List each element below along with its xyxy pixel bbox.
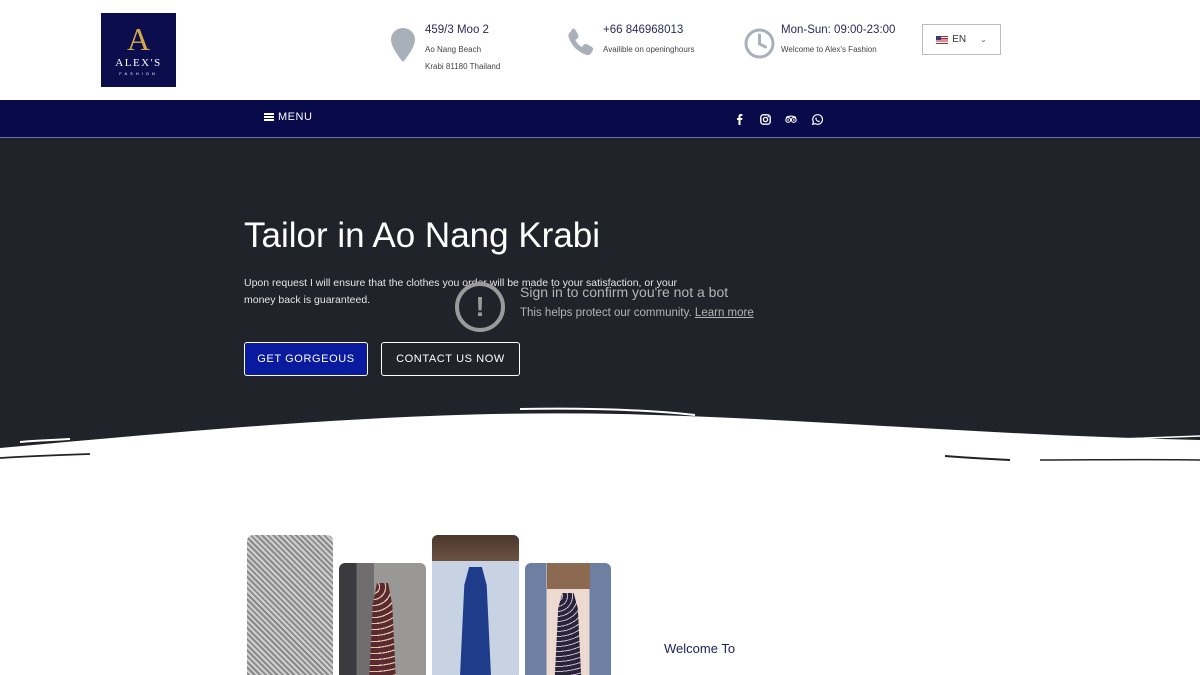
us-flag-icon	[936, 35, 949, 44]
phone-availability: Availible on openinghours	[603, 45, 695, 54]
hours-welcome: Welcome to Alex's Fashion	[781, 45, 877, 54]
top-header: A ALEX'S FASHION 459/3 Moo 2 Ao Nang Bea…	[0, 0, 1200, 100]
learn-more-link[interactable]: Learn more	[695, 307, 754, 319]
bot-notice-text: This helps protect our community. Learn …	[520, 307, 754, 319]
hero-title: Tailor in Ao Nang Krabi	[244, 216, 601, 255]
tripadvisor-icon[interactable]	[785, 113, 797, 125]
hero-section: Tailor in Ao Nang Krabi Upon request I w…	[0, 138, 1200, 468]
contact-us-button[interactable]: CONTACT US NOW	[381, 342, 520, 376]
social-links	[733, 113, 823, 125]
clock-icon	[744, 28, 775, 59]
tie-shape	[554, 593, 582, 675]
gallery-image-tie-dotted	[525, 563, 611, 675]
tie-shape	[459, 567, 492, 675]
brush-divider	[0, 407, 1200, 468]
brand-logo[interactable]: A ALEX'S FASHION	[101, 13, 176, 87]
gallery-image-tie-blue	[432, 535, 519, 675]
address-line-2: Krabi 81180 Thailand	[425, 62, 501, 71]
neck-shape	[546, 563, 590, 589]
chevron-down-icon: ⌄	[980, 35, 987, 44]
address-title: 459/3 Moo 2	[425, 24, 489, 36]
tie-shape	[368, 583, 397, 675]
alert-icon: !	[455, 282, 505, 332]
instagram-icon[interactable]	[759, 113, 771, 125]
whatsapp-icon[interactable]	[811, 113, 823, 125]
hamburger-icon	[264, 113, 274, 121]
bot-notice-title: Sign in to confirm you're not a bot	[520, 284, 729, 300]
logo-name: ALEX'S	[115, 57, 162, 69]
bot-notice-message: This helps protect our community.	[520, 307, 692, 319]
menu-button[interactable]: MENU	[264, 111, 312, 123]
hours-title: Mon-Sun: 09:00-23:00	[781, 24, 896, 36]
facebook-icon[interactable]	[733, 113, 745, 125]
gallery-image-jacket	[247, 535, 333, 675]
logo-mark: A	[126, 21, 151, 57]
gallery-image-tie-brown	[339, 563, 426, 675]
logo-subtitle: FASHION	[119, 71, 158, 76]
menu-label: MENU	[278, 111, 313, 123]
phone-icon	[568, 28, 594, 56]
map-pin-icon	[391, 28, 415, 62]
neck-shape	[432, 535, 519, 561]
language-selector[interactable]: EN ⌄	[922, 24, 1001, 55]
address-line-1: Ao Nang Beach	[425, 45, 482, 54]
phone-number[interactable]: +66 846968013	[603, 24, 683, 36]
main-nav: MENU	[0, 100, 1200, 138]
get-gorgeous-button[interactable]: GET GORGEOUS	[244, 342, 368, 376]
welcome-heading: Welcome To	[664, 641, 736, 656]
language-value: EN	[952, 34, 967, 45]
